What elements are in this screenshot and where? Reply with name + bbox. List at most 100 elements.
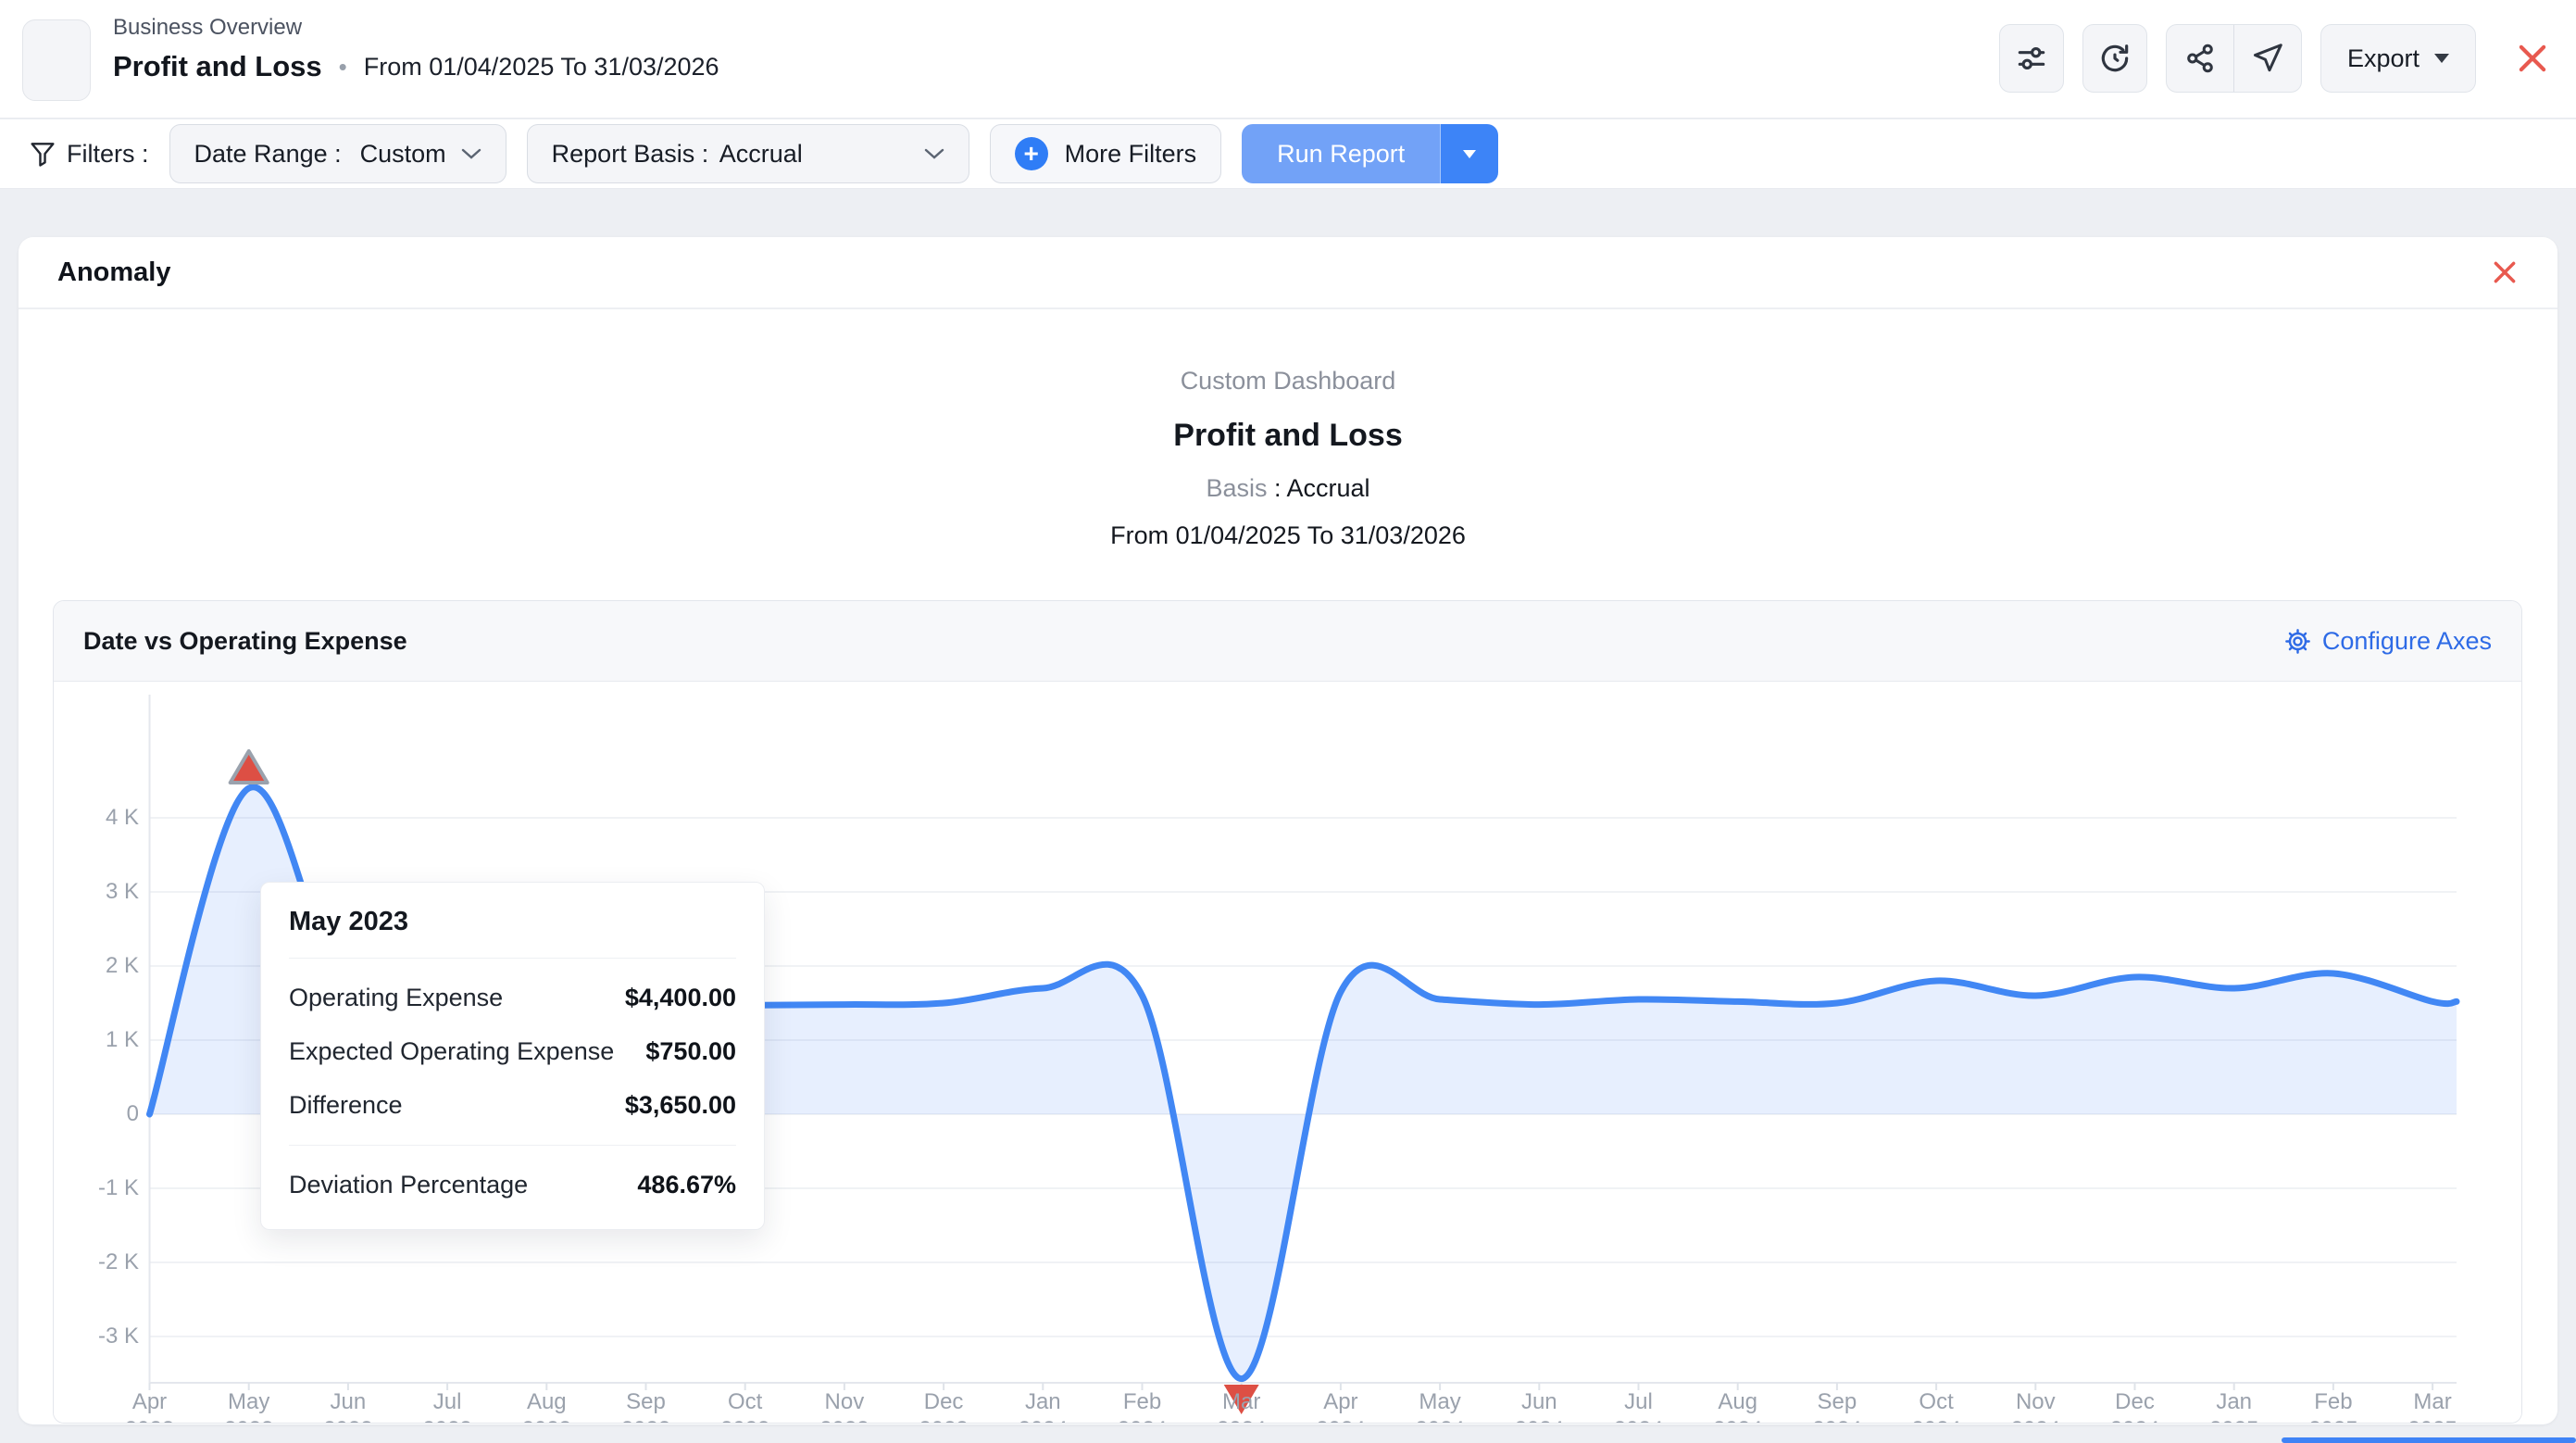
refresh-button[interactable] (2082, 24, 2147, 93)
share-button[interactable] (2167, 25, 2233, 92)
y-tick-label: -3 K (54, 1323, 139, 1350)
dashboard-subtitle: Custom Dashboard (19, 367, 2557, 395)
x-tick-month-label: Aug (1687, 1389, 1789, 1415)
x-tick-year-label: 2023 (198, 1417, 300, 1424)
x-tick-year-label: 2024 (2084, 1417, 2186, 1424)
close-icon (2491, 258, 2519, 286)
panel-close-button[interactable] (2491, 258, 2519, 286)
date-range-dropdown[interactable]: Date Range : Custom (169, 124, 506, 183)
tooltip-title: May 2023 (289, 907, 736, 959)
x-tick-month-label: Dec (2084, 1389, 2186, 1415)
y-tick-label: 1 K (54, 1026, 139, 1054)
y-tick-label: 0 (54, 1100, 139, 1128)
share-send-group (2166, 24, 2302, 93)
x-tick-year-label: 2025 (2282, 1417, 2384, 1424)
gear-icon (2283, 627, 2312, 656)
x-tick-year-label: 2024 (1191, 1417, 1293, 1424)
filter-bar: Filters : Date Range : Custom Report Bas… (0, 119, 2576, 189)
y-tick-label: -2 K (54, 1249, 139, 1276)
run-report-button[interactable]: Run Report (1242, 124, 1440, 183)
chevron-down-icon (924, 147, 944, 160)
tooltip-row-label: Operating Expense (289, 984, 503, 1012)
caret-down-icon (1463, 150, 1476, 158)
report-title: Profit and Loss (19, 418, 2557, 454)
chevron-down-icon (461, 147, 481, 160)
x-tick-year-label: 2024 (992, 1417, 1094, 1424)
run-report-dropdown-button[interactable] (1440, 124, 1498, 183)
filter-icon (28, 139, 57, 169)
tooltip-row-label: Expected Operating Expense (289, 1037, 614, 1066)
plus-icon: + (1015, 137, 1048, 170)
x-tick-year-label: 2024 (1389, 1417, 1491, 1424)
x-tick-year-label: 2024 (1092, 1417, 1194, 1424)
x-tick-month-label: Aug (495, 1389, 597, 1415)
x-tick-year-label: 2025 (2183, 1417, 2285, 1424)
more-filters-button[interactable]: + More Filters (990, 124, 1222, 183)
x-tick-month-label: Mar (1191, 1389, 1293, 1415)
x-tick-year-label: 2023 (99, 1417, 201, 1424)
run-report-label: Run Report (1277, 140, 1405, 169)
x-tick-month-label: Oct (1885, 1389, 1987, 1415)
menu-button[interactable] (22, 19, 91, 101)
x-tick-month-label: Sep (595, 1389, 697, 1415)
anomaly-panel: Anomaly Custom Dashboard Profit and Loss… (19, 237, 2557, 1424)
x-tick-year-label: 2024 (1786, 1417, 1888, 1424)
y-tick-label: 3 K (54, 878, 139, 906)
x-tick-year-label: 2024 (1488, 1417, 1590, 1424)
x-tick-year-label: 2024 (1885, 1417, 1987, 1424)
x-tick-month-label: Feb (1092, 1389, 1194, 1415)
more-filters-label: More Filters (1065, 140, 1197, 169)
header-date-range: From 01/04/2025 To 31/03/2026 (364, 53, 719, 82)
x-tick-month-label: Nov (794, 1389, 895, 1415)
chart-widget: Date vs Operating Expense Configure Axes… (53, 600, 2522, 1424)
x-tick-year-label: 2023 (396, 1417, 498, 1424)
tooltip-row-label: Deviation Percentage (289, 1171, 528, 1199)
export-button[interactable]: Export (2320, 24, 2476, 93)
x-tick-month-label: Apr (1290, 1389, 1392, 1415)
x-tick-year-label: 2024 (1588, 1417, 1690, 1424)
top-header: Business Overview Profit and Loss • From… (0, 0, 2576, 119)
x-tick-year-label: 2024 (1984, 1417, 2086, 1424)
x-tick-month-label: Nov (1984, 1389, 2086, 1415)
x-tick-year-label: 2023 (694, 1417, 796, 1424)
send-button[interactable] (2234, 25, 2301, 92)
panel-title: Anomaly (57, 257, 170, 288)
send-icon (2251, 42, 2284, 75)
report-period: From 01/04/2025 To 31/03/2026 (19, 521, 2557, 550)
chart-tooltip: May 2023 Operating Expense $4,400.00 Exp… (260, 882, 765, 1230)
x-tick-month-label: Oct (694, 1389, 796, 1415)
basis-separator: : (1274, 474, 1282, 502)
x-tick-month-label: Jan (992, 1389, 1094, 1415)
x-tick-year-label: 2023 (495, 1417, 597, 1424)
app-root: Business Overview Profit and Loss • From… (0, 0, 2576, 1443)
configure-axes-link[interactable]: Configure Axes (2283, 627, 2492, 656)
x-tick-month-label: May (1389, 1389, 1491, 1415)
chart-body: 4 K3 K2 K1 K0-1 K-2 K-3 K Apr2023May2023… (54, 682, 2521, 1423)
y-tick-label: 4 K (54, 804, 139, 832)
tooltip-row: Difference $3,650.00 (289, 1091, 736, 1120)
x-tick-year-label: 2023 (794, 1417, 895, 1424)
x-tick-month-label: Jul (1588, 1389, 1690, 1415)
export-label: Export (2347, 44, 2420, 73)
x-tick-year-label: 2024 (1290, 1417, 1392, 1424)
report-basis-dropdown[interactable]: Report Basis : Accrual (527, 124, 969, 183)
x-tick-month-label: Jun (1488, 1389, 1590, 1415)
x-tick-month-label: Mar (2382, 1389, 2483, 1415)
title-separator-dot: • (339, 53, 347, 82)
x-tick-month-label: May (198, 1389, 300, 1415)
x-tick-year-label: 2023 (297, 1417, 399, 1424)
tooltip-row-value: $3,650.00 (625, 1091, 736, 1120)
close-report-button[interactable] (2517, 43, 2548, 74)
report-basis-label: Report Basis : (552, 140, 709, 168)
y-tick-label: 2 K (54, 952, 139, 980)
customize-button[interactable] (1999, 24, 2064, 93)
tooltip-footer-row: Deviation Percentage 486.67% (289, 1145, 736, 1199)
page-title: Profit and Loss (113, 50, 322, 83)
horizontal-scrollbar-thumb[interactable] (2282, 1437, 2576, 1443)
x-tick-month-label: Jan (2183, 1389, 2285, 1415)
close-icon (2517, 43, 2548, 74)
x-tick-month-label: Feb (2282, 1389, 2384, 1415)
filters-label: Filters : (67, 140, 149, 169)
tooltip-row: Expected Operating Expense $750.00 (289, 1037, 736, 1066)
x-tick-year-label: 2024 (1687, 1417, 1789, 1424)
